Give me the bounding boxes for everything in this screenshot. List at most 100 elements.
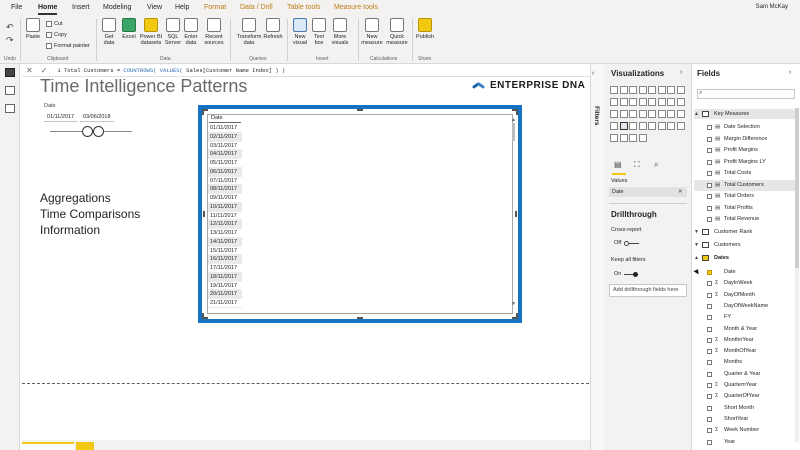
map-icon[interactable] [619, 110, 628, 118]
paste-button[interactable]: Paste [24, 18, 42, 40]
chevron-up-icon[interactable]: ▲ [694, 253, 699, 263]
table-key-measures[interactable]: ▲ Key Measures [694, 109, 798, 119]
key-influencers-icon[interactable] [657, 122, 666, 130]
scroll-down-icon[interactable]: ▼ [511, 301, 516, 307]
analytics-magnifier-icon[interactable]: ⌕ [654, 160, 658, 170]
checkbox[interactable] [707, 194, 712, 199]
field-item[interactable]: Σ Week Number [694, 425, 798, 437]
page-tab[interactable] [22, 442, 74, 450]
tab-insert[interactable]: Insert [72, 4, 90, 11]
checkbox[interactable] [707, 337, 712, 343]
table-customer-rank[interactable]: ▼ Customer Rank [694, 227, 798, 237]
field-item[interactable]: ▤ Total Customers [694, 179, 798, 191]
transform-data-button[interactable]: Transform data [234, 18, 264, 46]
undo-icon[interactable]: ↶ [6, 23, 14, 32]
donut-icon[interactable] [676, 98, 685, 106]
checkbox[interactable] [707, 270, 712, 275]
remove-field-icon[interactable]: ✕ [678, 187, 683, 197]
line-column-icon[interactable] [619, 98, 628, 106]
clustered-bar-icon[interactable] [629, 86, 637, 94]
enter-data-button[interactable]: Enter data [183, 18, 199, 46]
add-page-button[interactable] [76, 442, 94, 450]
ribbon-chart-icon[interactable] [638, 98, 647, 106]
waterfall-icon[interactable] [648, 98, 656, 106]
field-item[interactable]: ▤ Total Costs [694, 168, 798, 180]
text-box-button[interactable]: Text box [311, 18, 327, 46]
refresh-button[interactable]: Refresh [263, 18, 283, 40]
field-item[interactable]: FY [694, 312, 798, 324]
column-header-date[interactable]: Date [209, 114, 241, 123]
table-row[interactable]: 13/11/2017 [208, 229, 242, 238]
r-visual-icon[interactable] [638, 122, 647, 130]
new-measure-button[interactable]: New measure [360, 18, 384, 46]
table-row[interactable]: 21/11/2017 [208, 299, 242, 308]
field-item[interactable]: Σ MonthOfYear [694, 346, 798, 358]
checkbox[interactable] [707, 148, 712, 153]
field-item[interactable]: Σ DayOfMonth [694, 290, 798, 302]
treemap-icon[interactable] [610, 110, 618, 118]
line-chart-icon[interactable] [667, 86, 675, 94]
gauge-icon[interactable] [648, 110, 656, 118]
checkbox[interactable] [707, 416, 712, 422]
table-row[interactable]: 07/11/2017 [208, 177, 242, 186]
quick-measure-button[interactable]: Quick measure [386, 18, 408, 46]
fields-well-icon[interactable]: ▤ [614, 160, 622, 169]
checkbox[interactable] [707, 439, 712, 445]
matrix-icon[interactable] [629, 122, 637, 130]
field-item[interactable]: Year [694, 437, 798, 449]
python-visual-icon[interactable] [648, 122, 656, 130]
table-row[interactable]: 18/11/2017 [208, 272, 242, 282]
slicer-icon[interactable] [610, 122, 618, 130]
checkbox[interactable] [707, 371, 712, 377]
table-row[interactable]: 03/11/2017 [208, 142, 242, 151]
card-icon[interactable] [657, 110, 666, 118]
field-item[interactable]: Σ MonthnYear [694, 335, 798, 347]
tab-home[interactable]: Home [38, 4, 58, 15]
cut-button[interactable]: Cut [46, 21, 63, 27]
field-item[interactable]: ▤ Total Orders [694, 191, 798, 203]
paginated-icon[interactable] [619, 134, 628, 142]
field-item[interactable]: ▤ Profit Margins LY [694, 157, 798, 169]
power-bi-datasets-button[interactable]: Power BI datasets [139, 18, 163, 46]
format-painter-button[interactable]: Format painter [46, 43, 90, 49]
scrollbar-thumb[interactable] [795, 108, 799, 268]
field-item[interactable]: ▤ Total Profits [694, 203, 798, 215]
table-row[interactable]: 01/11/2017 [208, 124, 242, 133]
checkbox[interactable] [707, 349, 712, 355]
resize-handle[interactable] [203, 211, 205, 217]
checkbox[interactable] [707, 171, 712, 176]
fields-search-input[interactable] [697, 89, 795, 99]
keep-all-filters-toggle-knob[interactable] [633, 272, 638, 277]
scrollbar-thumb[interactable] [512, 123, 515, 141]
100-column-icon[interactable] [657, 86, 666, 94]
checkbox[interactable] [707, 281, 712, 287]
table-row[interactable]: 19/11/2017 [208, 282, 242, 291]
stacked-column-icon[interactable] [619, 86, 628, 94]
copy-button[interactable]: Copy [46, 32, 67, 38]
excel-button[interactable]: Excel [120, 18, 138, 40]
funnel-icon[interactable] [638, 110, 647, 118]
pie-chart-icon[interactable] [667, 98, 675, 106]
fields-scrollbar[interactable] [795, 108, 799, 442]
clustered-column-icon[interactable] [638, 86, 647, 94]
table-row[interactable]: 12/11/2017 [208, 220, 242, 229]
redo-icon[interactable]: ↷ [6, 36, 14, 45]
cross-report-toggle-knob[interactable] [624, 241, 629, 246]
decomposition-icon[interactable] [667, 122, 675, 130]
recent-sources-button[interactable]: Recent sources [200, 18, 228, 46]
checkbox[interactable] [707, 405, 712, 411]
chevron-right-icon[interactable]: › [789, 69, 791, 76]
table-row[interactable]: 17/11/2017 [208, 264, 242, 273]
checkbox[interactable] [707, 136, 712, 142]
checkbox[interactable] [707, 182, 712, 188]
field-item[interactable]: ▤ Date Selection [694, 122, 798, 134]
table-row[interactable]: 14/11/2017 [208, 237, 242, 247]
checkbox[interactable] [707, 428, 712, 434]
table-visual[interactable]: Date 01/11/2017 02/11/2017 03/11/2017 04/11… [198, 105, 522, 323]
resize-handle[interactable] [357, 317, 363, 319]
kpi-icon[interactable] [676, 110, 685, 118]
field-item[interactable]: Σ QuarternYear [694, 380, 798, 392]
tab-format[interactable]: Format [204, 4, 226, 11]
scatter-icon[interactable] [657, 98, 666, 106]
resize-handle[interactable] [357, 109, 363, 111]
